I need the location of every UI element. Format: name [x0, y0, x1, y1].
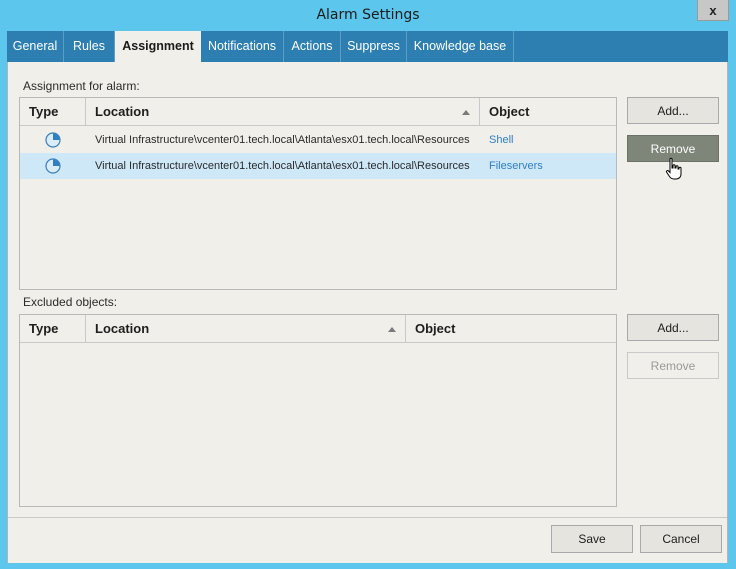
- tab-general[interactable]: General: [7, 31, 64, 62]
- tab-bar: General Rules Assignment Notifications A…: [7, 31, 728, 62]
- column-location-label: Location: [95, 321, 150, 336]
- excluded-grid-header: Type Location Object: [20, 315, 616, 343]
- resource-pool-icon: [45, 132, 61, 148]
- sort-ascending-icon: [462, 110, 470, 115]
- column-type[interactable]: Type: [20, 98, 86, 126]
- footer-divider: [8, 517, 727, 518]
- close-icon: x: [709, 2, 717, 18]
- excluded-section-label: Excluded objects:: [23, 295, 118, 309]
- object-link[interactable]: Fileservers: [489, 153, 609, 179]
- location-cell: Virtual Infrastructure\vcenter01.tech.lo…: [95, 160, 470, 172]
- column-location-label: Location: [95, 104, 150, 119]
- location-cell: Virtual Infrastructure\vcenter01.tech.lo…: [95, 134, 470, 146]
- assignment-section-label: Assignment for alarm:: [23, 79, 140, 93]
- title-bar[interactable]: Alarm Settings x: [0, 0, 736, 31]
- save-button[interactable]: Save: [551, 525, 633, 553]
- tab-actions[interactable]: Actions: [284, 31, 341, 62]
- sort-ascending-icon: [388, 327, 396, 332]
- table-row[interactable]: Virtual Infrastructure\vcenter01.tech.lo…: [20, 127, 616, 153]
- tab-notifications[interactable]: Notifications: [201, 31, 284, 62]
- assignment-add-button[interactable]: Add...: [627, 97, 719, 124]
- tab-rules[interactable]: Rules: [64, 31, 115, 62]
- assignment-grid[interactable]: Type Location Object Virtual Infrastruct…: [19, 97, 617, 290]
- alarm-settings-window: Alarm Settings x General Rules Assignmen…: [0, 0, 736, 569]
- assignment-panel: Assignment for alarm: Type Location Obje…: [7, 62, 728, 563]
- tab-knowledge-base[interactable]: Knowledge base: [407, 31, 514, 62]
- column-object[interactable]: Object: [480, 98, 616, 126]
- excluded-add-button[interactable]: Add...: [627, 314, 719, 341]
- column-location[interactable]: Location: [86, 315, 406, 343]
- object-link[interactable]: Shell: [489, 127, 609, 153]
- window-title: Alarm Settings: [316, 7, 420, 23]
- column-location[interactable]: Location: [86, 98, 480, 126]
- excluded-grid[interactable]: Type Location Object: [19, 314, 617, 507]
- resource-pool-icon: [45, 158, 61, 174]
- assignment-grid-header: Type Location Object: [20, 98, 616, 126]
- column-type[interactable]: Type: [20, 315, 86, 343]
- tab-suppress[interactable]: Suppress: [341, 31, 407, 62]
- tab-assignment[interactable]: Assignment: [115, 31, 201, 62]
- table-row-selected[interactable]: Virtual Infrastructure\vcenter01.tech.lo…: [20, 153, 616, 179]
- excluded-remove-button[interactable]: Remove: [627, 352, 719, 379]
- close-button[interactable]: x: [697, 0, 729, 21]
- column-object[interactable]: Object: [406, 315, 616, 343]
- hand-cursor-icon: [665, 157, 682, 180]
- cancel-button[interactable]: Cancel: [640, 525, 722, 553]
